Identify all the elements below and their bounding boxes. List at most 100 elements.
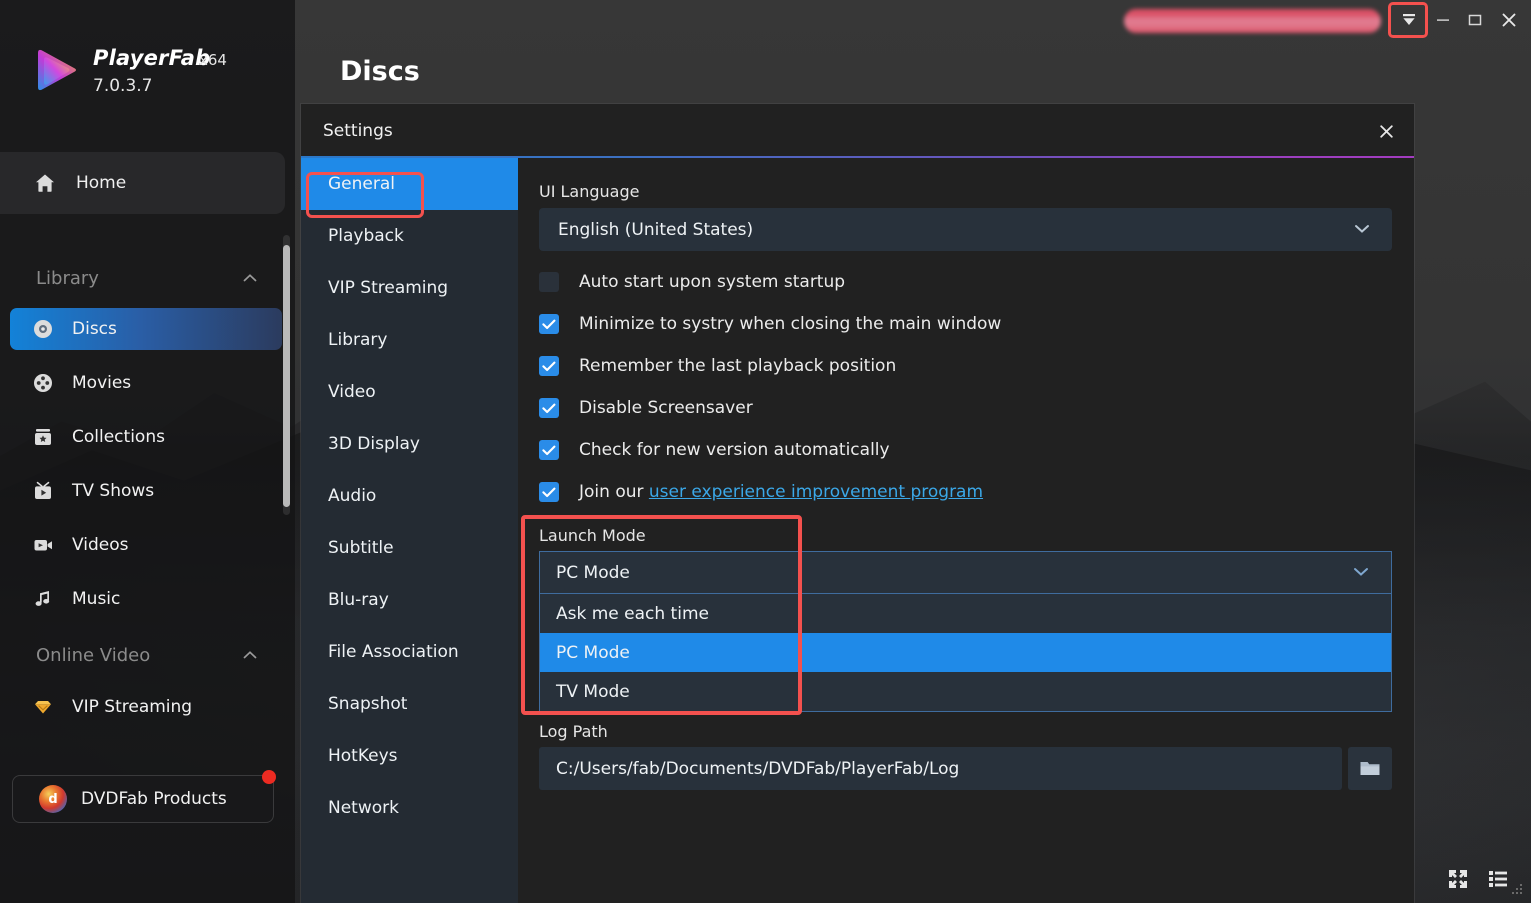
music-note-icon: [30, 588, 56, 610]
sidebar-item-label: Collections: [72, 427, 165, 447]
launch-mode-option-pc-mode[interactable]: PC Mode: [540, 633, 1391, 672]
window-resize-grip[interactable]: [1508, 882, 1524, 898]
settings-nav-blu-ray[interactable]: Blu-ray: [301, 574, 518, 626]
option-label: PC Mode: [556, 643, 630, 663]
checkbox-minimize-to-systray[interactable]: Minimize to systry when closing the main…: [539, 314, 1001, 334]
sidebar-item-music[interactable]: Music: [10, 578, 282, 620]
checkbox-label: Remember the last playback position: [579, 356, 896, 376]
checkbox-box: [539, 482, 559, 502]
sidebar: PlayerFab x64 7.0.3.7 Home Library Discs: [0, 0, 295, 903]
settings-nav-label: Network: [328, 798, 399, 818]
launch-mode-option-tv-mode[interactable]: TV Mode: [540, 672, 1391, 711]
checkbox-remember-playback-position[interactable]: Remember the last playback position: [539, 356, 896, 376]
checkbox-box: [539, 272, 559, 292]
settings-nav-file-association[interactable]: File Association: [301, 626, 518, 678]
checkbox-label: Minimize to systry when closing the main…: [579, 314, 1001, 334]
sidebar-item-label: Videos: [72, 535, 129, 555]
settings-nav-hotkeys[interactable]: HotKeys: [301, 730, 518, 782]
checkbox-join-uxip[interactable]: Join our user experience improvement pro…: [539, 482, 983, 502]
maximize-icon[interactable]: [1462, 8, 1488, 32]
sidebar-item-collections[interactable]: Collections: [10, 416, 282, 458]
checkbox-label: Disable Screensaver: [579, 398, 753, 418]
launch-mode-option-list: Ask me each time PC Mode TV Mode: [539, 594, 1392, 712]
settings-nav-subtitle[interactable]: Subtitle: [301, 522, 518, 574]
settings-nav-label: VIP Streaming: [328, 278, 448, 298]
ui-language-value: English (United States): [558, 220, 753, 240]
close-icon[interactable]: [1496, 8, 1522, 32]
launch-mode-option-ask-me-each-time[interactable]: Ask me each time: [540, 594, 1391, 633]
settings-nav-label: General: [328, 174, 395, 194]
fullscreen-icon[interactable]: [1444, 865, 1472, 893]
sidebar-item-home[interactable]: Home: [0, 152, 285, 214]
sidebar-item-videos[interactable]: Videos: [10, 524, 282, 566]
sidebar-item-label: Home: [76, 173, 126, 193]
uxip-link[interactable]: user experience improvement program: [649, 482, 983, 502]
log-path-label: Log Path: [539, 722, 608, 741]
checkbox-auto-start[interactable]: Auto start upon system startup: [539, 272, 845, 292]
settings-nav-library[interactable]: Library: [301, 314, 518, 366]
checkbox-label: Check for new version automatically: [579, 440, 890, 460]
caret-down-icon[interactable]: [1394, 5, 1424, 35]
checkbox-disable-screensaver[interactable]: Disable Screensaver: [539, 398, 753, 418]
settings-nav-3d-display[interactable]: 3D Display: [301, 418, 518, 470]
playerfab-logo-icon: [30, 44, 82, 96]
checkbox-label: Auto start upon system startup: [579, 272, 845, 292]
settings-nav-label: Video: [328, 382, 376, 402]
settings-nav-vip-streaming[interactable]: VIP Streaming: [301, 262, 518, 314]
minimize-icon[interactable]: [1430, 8, 1456, 32]
settings-nav: General Playback VIP Streaming Library V…: [301, 158, 518, 903]
settings-nav-label: Blu-ray: [328, 590, 389, 610]
account-name-redacted: [1124, 9, 1381, 33]
sidebar-group-online-video[interactable]: Online Video: [0, 635, 285, 675]
sidebar-item-label: Discs: [72, 319, 117, 339]
launch-mode-select[interactable]: PC Mode: [539, 551, 1392, 594]
sidebar-item-vip-streaming[interactable]: VIP Streaming: [10, 686, 282, 728]
sidebar-group-label: Online Video: [36, 645, 150, 666]
brand-arch: x64: [199, 51, 227, 69]
settings-nav-audio[interactable]: Audio: [301, 470, 518, 522]
settings-nav-label: Playback: [328, 226, 404, 246]
tv-icon: [30, 480, 56, 502]
settings-nav-general[interactable]: General: [301, 158, 518, 210]
close-icon[interactable]: [1372, 117, 1400, 145]
sidebar-item-movies[interactable]: Movies: [10, 362, 282, 404]
settings-nav-label: Snapshot: [328, 694, 407, 714]
collection-box-icon: [30, 426, 56, 448]
checkbox-box: [539, 440, 559, 460]
join-uxip-text: Join our user experience improvement pro…: [579, 482, 983, 502]
settings-nav-network[interactable]: Network: [301, 782, 518, 834]
settings-dialog-title: Settings: [323, 121, 393, 141]
sidebar-item-tv-shows[interactable]: TV Shows: [10, 470, 282, 512]
launch-mode-value: PC Mode: [556, 563, 630, 583]
brand-version: 7.0.3.7: [93, 76, 152, 96]
settings-body: [518, 158, 1414, 903]
dvdfab-products-button[interactable]: d DVDFab Products: [12, 775, 274, 823]
dvdfab-notification-badge: [262, 770, 276, 784]
brand-name: PlayerFab: [93, 46, 210, 70]
ui-language-select[interactable]: English (United States): [539, 208, 1392, 251]
settings-nav-playback[interactable]: Playback: [301, 210, 518, 262]
dvdfab-logo-icon: d: [39, 785, 67, 813]
option-label: TV Mode: [556, 682, 630, 702]
page-title: Discs: [340, 56, 420, 87]
log-path-input[interactable]: C:/Users/fab/Documents/DVDFab/PlayerFab/…: [539, 747, 1342, 790]
settings-nav-snapshot[interactable]: Snapshot: [301, 678, 518, 730]
log-path-value: C:/Users/fab/Documents/DVDFab/PlayerFab/…: [556, 759, 959, 779]
settings-nav-video[interactable]: Video: [301, 366, 518, 418]
settings-nav-label: 3D Display: [328, 434, 420, 454]
sidebar-item-discs[interactable]: Discs: [10, 308, 282, 350]
settings-nav-label: HotKeys: [328, 746, 398, 766]
chevron-up-icon: [241, 647, 259, 666]
sidebar-group-library[interactable]: Library: [0, 258, 285, 298]
ui-language-label: UI Language: [539, 182, 639, 201]
diamond-icon: [30, 696, 56, 718]
checkbox-box: [539, 398, 559, 418]
film-reel-icon: [30, 372, 56, 394]
folder-icon[interactable]: [1348, 747, 1392, 790]
sidebar-item-label: Music: [72, 589, 120, 609]
checkbox-check-new-version[interactable]: Check for new version automatically: [539, 440, 890, 460]
dvdfab-products-label: DVDFab Products: [81, 789, 227, 809]
disc-icon: [30, 318, 56, 340]
sidebar-scrollbar-thumb[interactable]: [283, 245, 290, 507]
sidebar-item-label: VIP Streaming: [72, 697, 192, 717]
